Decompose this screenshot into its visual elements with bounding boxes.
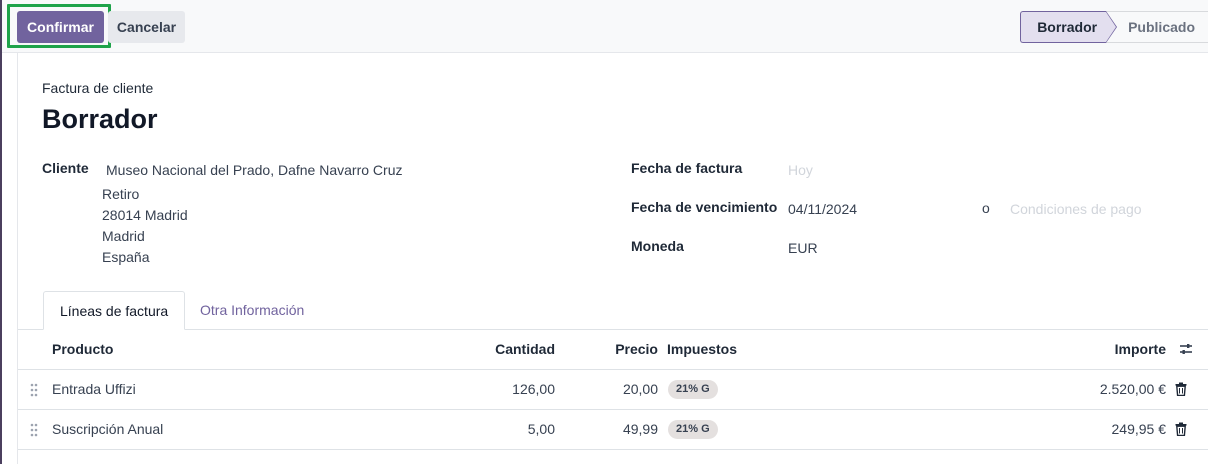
status-step-posted[interactable]: Publicado (1106, 11, 1208, 43)
customer-field[interactable]: Museo Nacional del Prado, Dafne Navarro … (106, 162, 402, 178)
status-bar: Borrador Publicado (1020, 11, 1208, 43)
column-header-product[interactable]: Producto (52, 341, 113, 357)
line-quantity: 126,00 (512, 381, 555, 397)
status-step-draft-label: Borrador (1037, 19, 1098, 35)
confirm-button[interactable]: Confirmar (17, 11, 104, 43)
line-price: 20,00 (622, 381, 658, 397)
line-amount: 2.520,00 € (1099, 381, 1166, 397)
column-header-amount[interactable]: Importe (1018, 341, 1166, 357)
trash-icon[interactable] (1175, 382, 1187, 396)
table-header: Producto Cantidad Precio Impuestos Impor… (18, 330, 1208, 370)
control-panel: Confirmar Cancelar Borrador Publicado (2, 0, 1208, 53)
status-step-posted-label: Publicado (1128, 19, 1195, 35)
tax-badge: 21% G (668, 380, 718, 399)
table-row[interactable]: Suscripción Anual 5,00 49,99 21% G 249,9… (18, 410, 1208, 450)
customer-address-line: España (102, 249, 150, 265)
drag-handle-icon[interactable] (30, 423, 38, 437)
customer-address-line: 28014 Madrid (102, 207, 188, 223)
currency-field[interactable]: EUR (788, 240, 818, 256)
table-row[interactable]: Entrada Uffizi 126,00 20,00 21% G 2.520,… (18, 370, 1208, 410)
form-sheet: Factura de cliente Borrador Cliente Muse… (17, 53, 1208, 464)
line-product: Suscripción Anual (52, 421, 164, 437)
drag-handle-icon[interactable] (30, 383, 38, 397)
payment-terms-field[interactable]: Condiciones de pago (1010, 201, 1142, 217)
notebook-tabs: Líneas de factura Otra Información (18, 291, 1208, 330)
tab-invoice-lines[interactable]: Líneas de factura (43, 291, 186, 330)
currency-label: Moneda (631, 238, 684, 254)
tax-badge: 21% G (668, 420, 718, 439)
line-price: 49,99 (622, 421, 658, 437)
left-edge-rule (0, 0, 2, 464)
invoice-date-label: Fecha de factura (631, 160, 743, 176)
status-arrow-fill (1106, 12, 1117, 42)
page-title: Borrador (42, 104, 158, 134)
line-quantity: 5,00 (527, 421, 555, 437)
column-header-quantity[interactable]: Cantidad (458, 341, 555, 357)
due-date-field[interactable]: 04/11/2024 (788, 201, 857, 217)
customer-address-line: Madrid (102, 228, 145, 244)
column-header-price[interactable]: Precio (578, 341, 658, 357)
invoice-date-field[interactable]: Hoy (788, 162, 813, 178)
form-subtitle: Factura de cliente (42, 80, 154, 96)
sliders-icon[interactable] (1179, 342, 1193, 356)
due-date-label: Fecha de vencimiento (631, 199, 778, 215)
or-separator: o (982, 200, 990, 216)
cancel-button[interactable]: Cancelar (108, 11, 185, 43)
line-product: Entrada Uffizi (52, 381, 136, 397)
line-amount: 249,95 € (1111, 421, 1167, 437)
tab-other-info[interactable]: Otra Información (184, 291, 320, 330)
customer-address-line: Retiro (102, 186, 140, 202)
column-header-taxes[interactable]: Impuestos (667, 341, 737, 357)
customer-label: Cliente (42, 160, 89, 176)
status-step-draft[interactable]: Borrador (1020, 11, 1118, 43)
trash-icon[interactable] (1175, 422, 1187, 436)
